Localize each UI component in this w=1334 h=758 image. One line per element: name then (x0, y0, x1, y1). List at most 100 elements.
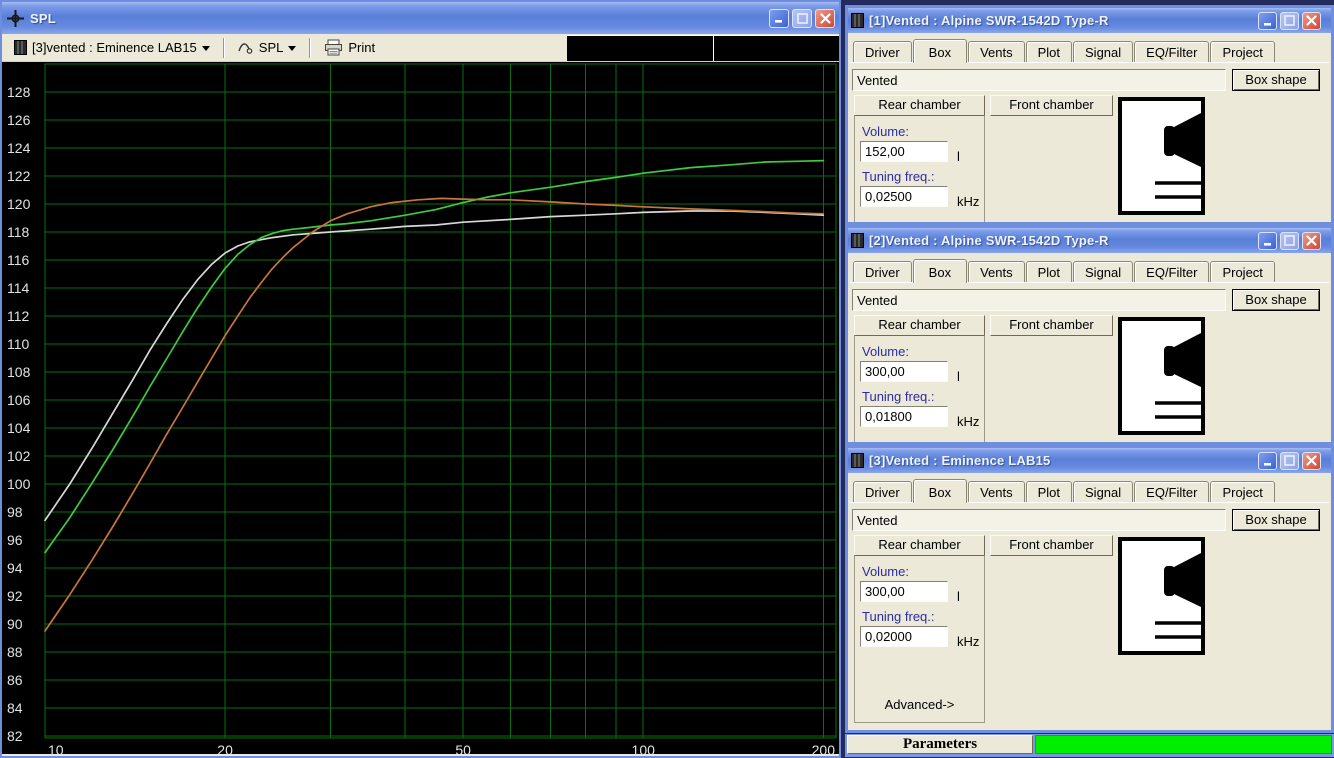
maximize-button[interactable] (1280, 231, 1299, 250)
tab-strip: Driver Box Vents Plot Signal EQ/Filter P… (850, 259, 1329, 283)
close-button[interactable] (815, 8, 835, 28)
print-button[interactable]: Print (320, 37, 379, 58)
application-workspace: SPL [3]vented : Eminence LAB15 SPL Print… (0, 0, 1334, 758)
box-shape-button[interactable]: Box shape (1232, 69, 1320, 91)
tuning-freq-input[interactable] (860, 186, 948, 207)
svg-text:20: 20 (217, 742, 233, 754)
box-type-field[interactable] (852, 509, 1226, 531)
maximize-button[interactable] (1280, 11, 1299, 30)
source-dropdown-label: [3]vented : Eminence LAB15 (32, 40, 197, 55)
source-dropdown[interactable]: [3]vented : Eminence LAB15 (10, 38, 214, 57)
tab-eq-filter[interactable]: EQ/Filter (1134, 41, 1210, 62)
tuning-freq-input[interactable] (860, 406, 948, 427)
window-titlebar[interactable]: [1]Vented : Alpine SWR-1542D Type-R (848, 8, 1331, 33)
window-icon (851, 233, 864, 248)
svg-text:118: 118 (7, 224, 30, 240)
tab-project[interactable]: Project (1210, 261, 1275, 282)
svg-text:108: 108 (7, 364, 31, 380)
tab-plot[interactable]: Plot (1025, 261, 1073, 282)
window-titlebar[interactable]: [2]Vented : Alpine SWR-1542D Type-R (848, 228, 1331, 253)
toolbar-display-left (567, 34, 713, 61)
print-label: Print (348, 40, 376, 55)
rear-chamber-button[interactable]: Rear chamber (854, 315, 985, 336)
tab-signal[interactable]: Signal (1073, 41, 1134, 62)
printer-icon (325, 39, 343, 56)
box-type-field[interactable] (852, 69, 1226, 91)
svg-text:110: 110 (7, 336, 30, 352)
box-shape-drawing (1118, 97, 1205, 215)
graph-type-label: SPL (258, 40, 284, 55)
volume-input[interactable] (860, 141, 948, 162)
tab-signal[interactable]: Signal (1073, 481, 1134, 502)
tab-vents[interactable]: Vents (968, 481, 1025, 502)
maximize-button[interactable] (1280, 451, 1299, 470)
tab-driver[interactable]: Driver (853, 481, 912, 502)
front-chamber-button[interactable]: Front chamber (990, 315, 1113, 336)
svg-text:84: 84 (7, 700, 23, 716)
spl-toolbar: [3]vented : Eminence LAB15 SPL Print (2, 34, 839, 62)
design-window-3: [3]Vented : Eminence LAB15 Driver Box Ve… (845, 445, 1334, 733)
minimize-button[interactable] (1258, 11, 1277, 30)
tuning-freq-label: Tuning freq.: (862, 389, 935, 404)
tab-box[interactable]: Box (912, 259, 968, 283)
box-shape-drawing (1118, 537, 1205, 655)
svg-text:124: 124 (7, 140, 31, 156)
box-shape-button[interactable]: Box shape (1232, 289, 1320, 311)
maximize-button[interactable] (792, 8, 812, 28)
window-titlebar[interactable]: [3]Vented : Eminence LAB15 (848, 448, 1331, 473)
tab-box[interactable]: Box (912, 39, 968, 63)
minimize-button[interactable] (1258, 231, 1277, 250)
tab-project[interactable]: Project (1210, 481, 1275, 502)
volume-input[interactable] (860, 361, 948, 382)
svg-text:90: 90 (7, 616, 23, 632)
close-button[interactable] (1302, 11, 1321, 30)
svg-text:112: 112 (7, 308, 30, 324)
progress-bar (1035, 735, 1332, 754)
tab-plot[interactable]: Plot (1025, 41, 1073, 62)
window-title: [3]Vented : Eminence LAB15 (869, 453, 1051, 468)
window-icon (851, 13, 864, 28)
tab-eq-filter[interactable]: EQ/Filter (1134, 481, 1210, 502)
rear-chamber-button[interactable]: Rear chamber (854, 95, 985, 116)
window-icon (14, 40, 27, 55)
tab-strip: Driver Box Vents Plot Signal EQ/Filter P… (850, 39, 1329, 63)
tuning-freq-unit: kHz (957, 194, 980, 209)
rear-chamber-button[interactable]: Rear chamber (854, 535, 985, 556)
wave-icon (238, 42, 253, 54)
minimize-icon (775, 20, 782, 23)
box-shape-button[interactable]: Box shape (1232, 509, 1320, 531)
front-chamber-button[interactable]: Front chamber (990, 95, 1113, 116)
tab-vents[interactable]: Vents (968, 261, 1025, 282)
tab-signal[interactable]: Signal (1073, 261, 1134, 282)
parameters-button[interactable]: Parameters (847, 735, 1033, 754)
close-icon (819, 12, 831, 24)
spl-titlebar[interactable]: SPL (2, 2, 839, 34)
tuning-freq-input[interactable] (860, 626, 948, 647)
close-button[interactable] (1302, 231, 1321, 250)
close-button[interactable] (1302, 451, 1321, 470)
close-icon (1306, 455, 1317, 466)
minimize-icon (1263, 22, 1271, 26)
tab-driver[interactable]: Driver (853, 41, 912, 62)
window-title: [2]Vented : Alpine SWR-1542D Type-R (869, 233, 1109, 248)
svg-text:96: 96 (7, 532, 23, 548)
tuning-freq-label: Tuning freq.: (862, 169, 935, 184)
graph-type-dropdown[interactable]: SPL (234, 38, 301, 57)
minimize-button[interactable] (769, 8, 789, 28)
tab-eq-filter[interactable]: EQ/Filter (1134, 261, 1210, 282)
tab-vents[interactable]: Vents (968, 41, 1025, 62)
svg-text:50: 50 (455, 742, 471, 754)
tab-box[interactable]: Box (912, 479, 968, 503)
tab-driver[interactable]: Driver (853, 261, 912, 282)
svg-text:100: 100 (7, 476, 31, 492)
toolbar-displays (567, 34, 839, 61)
box-type-field[interactable] (852, 289, 1226, 311)
front-chamber-button[interactable]: Front chamber (990, 535, 1113, 556)
volume-input[interactable] (860, 581, 948, 602)
tab-strip: Driver Box Vents Plot Signal EQ/Filter P… (850, 479, 1329, 503)
minimize-button[interactable] (1258, 451, 1277, 470)
tab-project[interactable]: Project (1210, 41, 1275, 62)
tab-plot[interactable]: Plot (1025, 481, 1073, 502)
advanced-link[interactable]: Advanced-> (855, 697, 984, 712)
svg-text:116: 116 (7, 252, 30, 268)
